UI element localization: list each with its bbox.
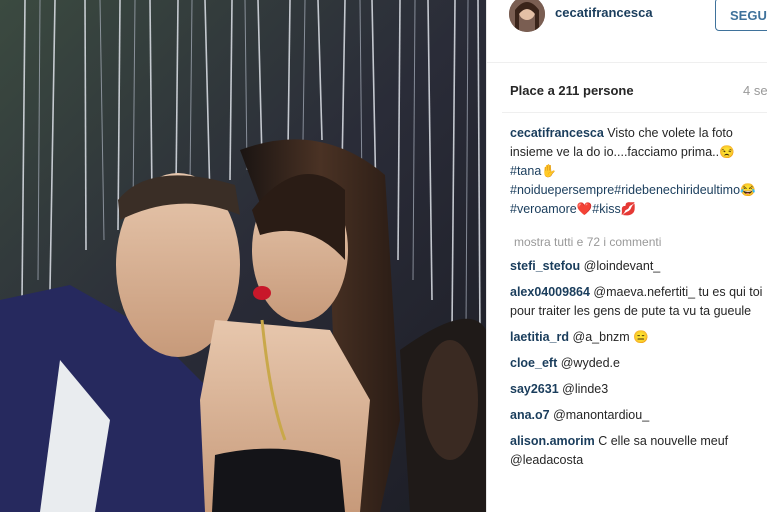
follow-button[interactable]: SEGUI [715, 0, 767, 31]
hashtag-link[interactable]: #tana [510, 164, 541, 178]
comment-item: ana.o7 @manontardiou_ [510, 406, 765, 425]
comment-text: @a_bnzm 😑 [569, 330, 649, 344]
comment-username[interactable]: cloe_eft [510, 356, 557, 370]
post-username[interactable]: cecatifrancesca [555, 5, 653, 20]
comment-item: stefi_stefou @loindevant_ [510, 257, 765, 276]
post-caption: cecatifrancesca Visto che volete la foto… [510, 124, 760, 219]
caption-text-segment: 💋 [620, 202, 637, 216]
likes-count[interactable]: Place a 211 persone [510, 83, 634, 98]
caption-username[interactable]: cecatifrancesca [510, 126, 604, 140]
post-panel: cecatifrancesca SEGUI Place a 211 person… [486, 0, 767, 512]
hashtag-link[interactable]: #veroamore [510, 202, 577, 216]
comment-username[interactable]: alison.amorim [510, 434, 595, 448]
comment-text: @loindevant_ [580, 259, 661, 273]
comment-username[interactable]: laetitia_rd [510, 330, 569, 344]
avatar-icon [509, 0, 545, 32]
comment-item: alison.amorim C elle sa nouvelle meuf @l… [510, 432, 765, 470]
caption-text-segment: ✋ [541, 164, 557, 178]
comment-item: laetitia_rd @a_bnzm 😑 [510, 328, 765, 347]
post-photo[interactable] [0, 0, 486, 512]
comment-username[interactable]: say2631 [510, 382, 559, 396]
comment-text: @wyded.e [557, 356, 620, 370]
comment-text: @linde3 [558, 382, 609, 396]
profile-avatar[interactable] [509, 0, 545, 32]
comment-item: cloe_eft @wyded.e [510, 354, 765, 373]
post-time[interactable]: 4 se [743, 83, 767, 98]
view-all-comments-link[interactable]: mostra tutti e 72 i commenti [514, 235, 661, 249]
post-header: cecatifrancesca SEGUI [487, 0, 767, 63]
comment-text: @manontardiou_ [549, 408, 650, 422]
comment-item: say2631 @linde3 [510, 380, 765, 399]
comments-list: stefi_stefou @loindevant_ alex04009864 @m… [510, 257, 765, 477]
photo-illustration [0, 0, 486, 512]
comment-username[interactable]: stefi_stefou [510, 259, 580, 273]
hashtag-link[interactable]: #kiss [592, 202, 620, 216]
hashtag-link[interactable]: #ridebenechirideultimo [614, 183, 740, 197]
comment-username[interactable]: alex04009864 [510, 285, 590, 299]
caption-text-segment: 😂 [740, 183, 756, 197]
hashtag-link[interactable]: #noiduepersempre [510, 183, 614, 197]
comment-username[interactable]: ana.o7 [510, 408, 550, 422]
caption-text-segment: ❤️ [576, 202, 593, 216]
comment-item: alex04009864 @maeva.nefertiti_ tu es qui… [510, 283, 765, 321]
divider [502, 112, 767, 113]
